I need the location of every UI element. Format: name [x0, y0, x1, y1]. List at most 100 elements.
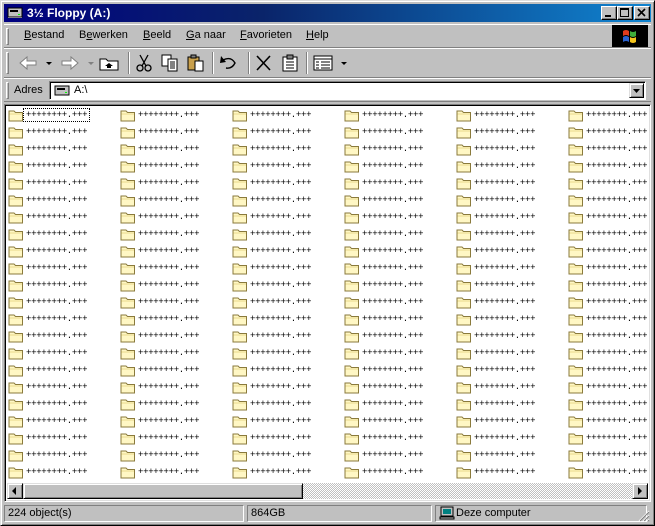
scrollbar-thumb[interactable] [23, 483, 303, 499]
file-name: ++++++++.+++ [474, 246, 536, 256]
scroll-right-button[interactable] [632, 483, 648, 499]
toolbar-separator [306, 52, 308, 74]
file-name: ++++++++.+++ [362, 212, 424, 222]
address-dropdown-button[interactable] [629, 83, 644, 98]
maximize-button[interactable] [617, 6, 633, 20]
file-name: ++++++++.+++ [26, 161, 88, 171]
windows-logo-icon [612, 25, 648, 47]
paste-button[interactable] [186, 52, 208, 74]
standard-toolbar [4, 48, 651, 78]
file-name: ++++++++.+++ [138, 450, 200, 460]
file-name: ++++++++.+++ [26, 178, 88, 188]
file-name: ++++++++.+++ [474, 416, 536, 426]
file-name: ++++++++.+++ [586, 331, 648, 341]
file-name: ++++++++.+++ [474, 450, 536, 460]
file-name: ++++++++.+++ [138, 382, 200, 392]
file-name: ++++++++.+++ [586, 161, 648, 171]
file-name: ++++++++.+++ [362, 246, 424, 256]
file-name: ++++++++.+++ [586, 348, 648, 358]
delete-button[interactable] [254, 52, 276, 74]
file-name: ++++++++.+++ [362, 365, 424, 375]
file-name: ++++++++.+++ [26, 382, 88, 392]
file-name: ++++++++.+++ [250, 161, 312, 171]
file-name: ++++++++.+++ [26, 331, 88, 341]
file-name: ++++++++.+++ [138, 314, 200, 324]
properties-button[interactable] [280, 52, 302, 74]
menu-help[interactable]: Help [306, 29, 329, 41]
toolbar-separator [128, 52, 130, 74]
file-name: ++++++++.+++ [138, 110, 200, 120]
forward-button[interactable] [58, 52, 98, 74]
status-zone-label: Deze computer [456, 507, 531, 519]
toolbar-separator [212, 52, 214, 74]
file-name: ++++++++.+++ [586, 382, 648, 392]
menubar-grip[interactable] [6, 28, 9, 45]
file-name: ++++++++.+++ [362, 399, 424, 409]
scroll-left-button[interactable] [7, 483, 23, 499]
window-title: 3½ Floppy (A:) [27, 6, 111, 20]
file-name: ++++++++.+++ [250, 314, 312, 324]
file-name: ++++++++.+++ [474, 297, 536, 307]
views-button[interactable] [312, 52, 350, 74]
file-name: ++++++++.+++ [586, 144, 648, 154]
back-button[interactable] [16, 52, 56, 74]
address-input[interactable]: A:\ [49, 81, 646, 100]
file-name: ++++++++.+++ [250, 450, 312, 460]
properties-icon [282, 54, 298, 72]
up-button[interactable] [98, 52, 122, 74]
file-name: ++++++++.+++ [250, 416, 312, 426]
file-name: ++++++++.+++ [26, 416, 88, 426]
status-zone: Deze computer [435, 505, 647, 522]
minimize-button[interactable] [601, 6, 617, 20]
paste-icon [187, 54, 204, 72]
file-name: ++++++++.+++ [250, 280, 312, 290]
file-name: ++++++++.+++ [362, 178, 424, 188]
file-name: ++++++++.+++ [26, 399, 88, 409]
floppy-drive-icon [7, 6, 23, 19]
file-name: ++++++++.+++ [26, 246, 88, 256]
file-name: ++++++++.+++ [26, 263, 88, 273]
file-name: ++++++++.+++ [362, 161, 424, 171]
file-name: ++++++++.+++ [362, 127, 424, 137]
arrow-right-icon [638, 487, 642, 495]
file-name: ++++++++.+++ [362, 263, 424, 273]
menu-bestand[interactable]: Bestand [24, 29, 64, 41]
file-view[interactable]: ++++++++.+++ ++++++++.+++ ++++++++.+++ ++++… [4, 104, 651, 502]
menu-beeld[interactable]: Beeld [143, 29, 171, 41]
menu-ga-naar[interactable]: Ga naar [186, 29, 226, 41]
file-name: ++++++++.+++ [474, 229, 536, 239]
menu-favorieten[interactable]: Favorieten [240, 29, 292, 41]
file-name: ++++++++.+++ [362, 331, 424, 341]
file-name: ++++++++.+++ [138, 161, 200, 171]
file-name: ++++++++.+++ [250, 127, 312, 137]
file-name: ++++++++.+++ [26, 212, 88, 222]
file-name: ++++++++.+++ [474, 348, 536, 358]
file-name: ++++++++.+++ [474, 365, 536, 375]
maximize-icon [620, 8, 629, 17]
file-name: ++++++++.+++ [586, 450, 648, 460]
file-name: ++++++++.+++ [586, 280, 648, 290]
resize-grip-icon[interactable] [638, 510, 650, 522]
cut-button[interactable] [134, 52, 156, 74]
file-name: ++++++++.+++ [362, 195, 424, 205]
file-name: ++++++++.+++ [26, 450, 88, 460]
copy-button[interactable] [160, 52, 182, 74]
file-name: ++++++++.+++ [474, 161, 536, 171]
menu-bewerken[interactable]: Bewerken [79, 29, 128, 41]
undo-button[interactable] [218, 52, 242, 74]
file-name: ++++++++.+++ [362, 382, 424, 392]
views-icon [313, 55, 347, 71]
file-name: ++++++++.+++ [250, 212, 312, 222]
addressbar-grip[interactable] [6, 82, 9, 99]
file-name: ++++++++.+++ [26, 365, 88, 375]
file-name: ++++++++.+++ [138, 297, 200, 307]
file-name: ++++++++.+++ [26, 195, 88, 205]
file-name: ++++++++.+++ [586, 212, 648, 222]
toolbar-grip[interactable] [6, 52, 9, 74]
horizontal-scrollbar[interactable] [7, 483, 648, 499]
file-name: ++++++++.+++ [250, 110, 312, 120]
title-bar[interactable]: 3½ Floppy (A:) [4, 4, 651, 22]
file-name: ++++++++.+++ [362, 280, 424, 290]
close-button[interactable] [634, 6, 650, 20]
file-name: ++++++++.+++ [362, 229, 424, 239]
